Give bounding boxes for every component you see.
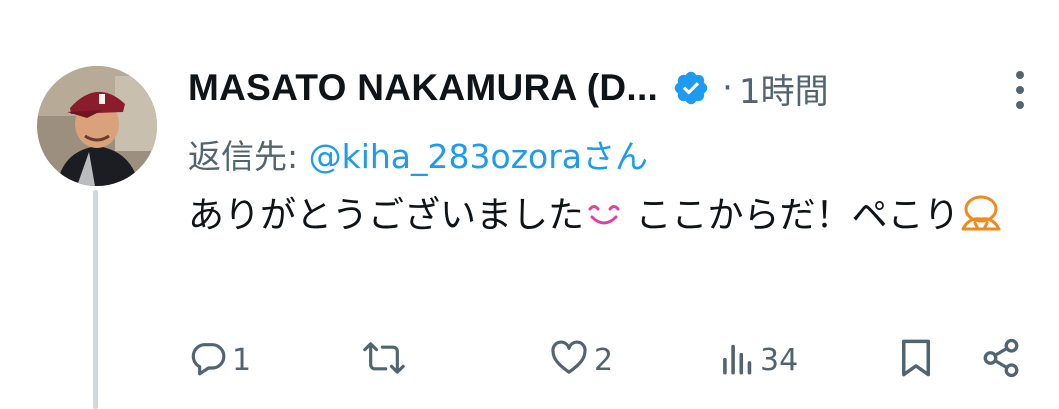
reply-to-label: 返信先: xyxy=(188,137,309,176)
tweet-header: MASATO NAKAMURA (D... · 1時間 xyxy=(188,62,829,114)
views-count: 34 xyxy=(760,342,799,378)
reply-to-line: 返信先: @kiha_283ozoraさん xyxy=(188,130,648,178)
reply-handle-link[interactable]: @kiha_283ozora xyxy=(309,137,582,176)
more-options-icon[interactable] xyxy=(1012,68,1028,112)
thread-line xyxy=(93,190,98,409)
display-name[interactable]: MASATO NAKAMURA (D... xyxy=(188,67,658,109)
share-icon xyxy=(980,337,1022,383)
smiling-face-icon xyxy=(584,196,624,248)
share-button[interactable] xyxy=(980,334,1022,386)
bookmark-icon xyxy=(898,337,934,383)
reply-count: 1 xyxy=(232,342,252,378)
views-button[interactable]: 34 xyxy=(720,334,798,386)
action-bar: 1 2 34 xyxy=(188,334,1033,386)
tweet-text: ありがとうございました ここからだ！ペこり xyxy=(188,190,1033,248)
tweet-text-part2: ここからだ！ペこり xyxy=(624,195,960,236)
like-count: 2 xyxy=(594,342,614,378)
bowing-person-icon xyxy=(959,193,1003,248)
reply-icon xyxy=(188,338,228,382)
timestamp[interactable]: 1時間 xyxy=(739,64,829,113)
tweet-text-part1: ありがとうございました xyxy=(188,195,585,236)
like-button[interactable]: 2 xyxy=(548,334,613,386)
avatar[interactable] xyxy=(37,66,157,186)
heart-icon xyxy=(548,338,590,382)
verified-badge-icon xyxy=(672,69,710,107)
separator-dot: · xyxy=(722,68,733,108)
analytics-icon xyxy=(720,338,756,382)
reply-button[interactable]: 1 xyxy=(188,334,251,386)
reply-handle-suffix[interactable]: さん xyxy=(582,137,648,176)
retweet-button[interactable] xyxy=(362,334,410,386)
retweet-icon xyxy=(362,338,406,382)
bookmark-button[interactable] xyxy=(898,334,934,386)
